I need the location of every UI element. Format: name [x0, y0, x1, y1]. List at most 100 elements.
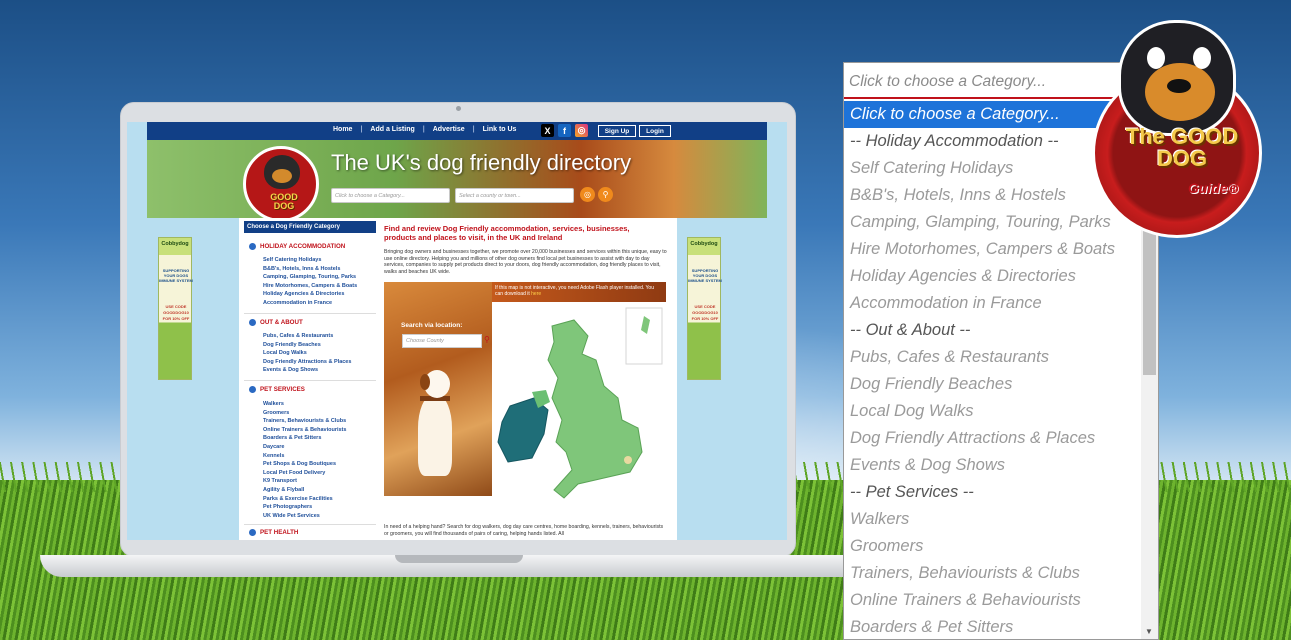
option-trainers[interactable]: Trainers, Behaviourists & Clubs: [844, 560, 1142, 587]
sidebar-item[interactable]: Holiday Agencies & Directories: [263, 290, 357, 299]
option-motorhomes[interactable]: Hire Motorhomes, Campers & Boats: [844, 236, 1142, 263]
option-events[interactable]: Events & Dog Shows: [844, 452, 1142, 479]
nav-home-link[interactable]: Home: [331, 126, 354, 133]
paw-icon: [249, 243, 256, 250]
option-boarders[interactable]: Boarders & Pet Sitters: [844, 614, 1142, 640]
laptop-notch: [395, 555, 523, 563]
sidebar-item[interactable]: Dog Friendly Attractions & Places: [263, 358, 351, 367]
county-input[interactable]: Choose County: [402, 334, 482, 348]
sidebar-item[interactable]: UK Wide Pet Services: [263, 512, 346, 521]
sidebar-item[interactable]: Pubs, Cafes & Restaurants: [263, 332, 351, 341]
pet-services-items: Walkers Groomers Trainers, Behaviourists…: [263, 400, 346, 520]
hero-title: The UK's dog friendly directory: [331, 150, 632, 175]
sidebar-item[interactable]: Parks & Exercise Facilities: [263, 495, 346, 504]
ad-code: USE CODE GOODDOG10 FOR 10% OFF: [162, 304, 190, 321]
sidebar-item[interactable]: Camping, Glamping, Touring, Parks: [263, 273, 357, 282]
sidebar-item[interactable]: Daycare: [263, 443, 346, 452]
sidebar-item[interactable]: Agility & Flyball: [263, 486, 346, 495]
sidebar-heading: Choose a Dog Friendly Category: [244, 221, 376, 233]
option-camping[interactable]: Camping, Glamping, Touring, Parks: [844, 209, 1142, 236]
option-walks[interactable]: Local Dog Walks: [844, 398, 1142, 425]
option-holiday-agencies[interactable]: Holiday Agencies & Directories: [844, 263, 1142, 290]
nav-add-listing-link[interactable]: Add a Listing: [368, 126, 416, 133]
location-icon[interactable]: ◎: [580, 187, 595, 202]
divider: [244, 380, 376, 381]
logo-words: The GOOD DOG: [1125, 124, 1239, 171]
section-pet-health[interactable]: PET HEALTH: [249, 529, 298, 536]
sidebar-item[interactable]: Self Catering Holidays: [263, 256, 357, 265]
sidebar-item[interactable]: Groomers: [263, 409, 346, 418]
divider: [244, 524, 376, 525]
ad-promo: SUPPORTING YOUR DOGS IMMUNE SYSTEM: [159, 268, 193, 283]
search-location-label: Search via location:: [401, 322, 463, 329]
ireland-region: [497, 397, 549, 463]
logo-guide-text: Guide®: [1188, 180, 1238, 196]
dog-face-icon: [1118, 20, 1236, 136]
search-icon[interactable]: ⚲: [484, 335, 490, 344]
instagram-icon[interactable]: ◎: [575, 124, 588, 137]
hero-banner: GOOD DOG The UK's dog friendly directory …: [147, 140, 767, 222]
option-pubs[interactable]: Pubs, Cafes & Restaurants: [844, 344, 1142, 371]
site-category-select[interactable]: Click to choose a Category...: [331, 188, 450, 203]
sidebar-item[interactable]: Pet Shops & Dog Boutiques: [263, 460, 346, 469]
flash-notice-text: If this map is not interactive, you need…: [495, 285, 654, 297]
sidebar-item[interactable]: K9 Transport: [263, 477, 346, 486]
sidebar-item[interactable]: Local Pet Food Delivery: [263, 469, 346, 478]
login-button[interactable]: Login: [639, 125, 671, 137]
facebook-icon[interactable]: f: [558, 124, 571, 137]
ad-banner-right[interactable]: Cobbydog SUPPORTING YOUR DOGS IMMUNE SYS…: [687, 237, 722, 380]
nav-links: Home | Add a Listing | Advertise | Link …: [331, 126, 518, 133]
sidebar-item[interactable]: Local Dog Walks: [263, 349, 351, 358]
option-beaches[interactable]: Dog Friendly Beaches: [844, 371, 1142, 398]
nav-separator: |: [422, 126, 425, 133]
content-outro: In need of a helping hand? Search for do…: [384, 524, 664, 537]
paw-icon: [249, 319, 256, 326]
ad-brand: Cobbydog: [161, 241, 189, 247]
site-nav-bar: Home | Add a Listing | Advertise | Link …: [147, 122, 767, 140]
nav-separator: |: [472, 126, 475, 133]
content-title: Find and review Dog Friendly accommodati…: [384, 224, 630, 242]
nav-link-to-us-link[interactable]: Link to Us: [481, 126, 519, 133]
site-county-select[interactable]: Select a county or town...: [455, 188, 574, 203]
option-groomers[interactable]: Groomers: [844, 533, 1142, 560]
ad-brand: Cobbydog: [690, 241, 718, 247]
sidebar-item[interactable]: Kennels: [263, 452, 346, 461]
option-walkers[interactable]: Walkers: [844, 506, 1142, 533]
main-content: Find and review Dog Friendly accommodati…: [384, 218, 677, 540]
sidebar-item[interactable]: Pet Photographers: [263, 503, 346, 512]
option-group-out-about[interactable]: -- Out & About --: [844, 317, 1142, 344]
scroll-down-icon[interactable]: ▼: [1145, 627, 1153, 636]
flash-download-link[interactable]: here: [531, 291, 541, 297]
nav-advertise-link[interactable]: Advertise: [431, 126, 467, 133]
content-intro: Bringing dog owners and businesses toget…: [384, 249, 667, 275]
search-icon[interactable]: ⚲: [598, 187, 613, 202]
section-out-about[interactable]: OUT & ABOUT: [249, 319, 303, 326]
sidebar-item[interactable]: Online Trainers & Behaviourists: [263, 426, 346, 435]
dog-photo-panel: Search via location: Choose County ⚲: [384, 282, 492, 496]
sidebar-item[interactable]: B&B's, Hotels, Inns & Hostels: [263, 265, 357, 274]
option-group-pet-services[interactable]: -- Pet Services --: [844, 479, 1142, 506]
holiday-items: Self Catering Holidays B&B's, Hotels, In…: [263, 256, 357, 308]
option-attractions[interactable]: Dog Friendly Attractions & Places: [844, 425, 1142, 452]
sidebar-item[interactable]: Dog Friendly Beaches: [263, 341, 351, 350]
signup-button[interactable]: Sign Up: [598, 125, 636, 137]
sidebar-item[interactable]: Hire Motorhomes, Campers & Boats: [263, 282, 357, 291]
paw-icon: [249, 386, 256, 393]
social-icons: X f ◎: [541, 124, 588, 137]
option-online-trainers[interactable]: Online Trainers & Behaviourists: [844, 587, 1142, 614]
paw-icon: [249, 529, 256, 536]
uk-ireland-map[interactable]: [492, 302, 666, 502]
divider: [244, 313, 376, 314]
sidebar-item[interactable]: Boarders & Pet Sitters: [263, 434, 346, 443]
ad-banner-left[interactable]: Cobbydog SUPPORTING YOUR DOGS IMMUNE SYS…: [158, 237, 193, 380]
site-logo[interactable]: GOOD DOG: [243, 146, 319, 222]
section-holiday-accommodation[interactable]: HOLIDAY ACCOMMODATION: [249, 243, 345, 250]
x-twitter-icon[interactable]: X: [541, 124, 554, 137]
sidebar-item[interactable]: Trainers, Behaviourists & Clubs: [263, 417, 346, 426]
option-france[interactable]: Accommodation in France: [844, 290, 1142, 317]
london-region: [624, 456, 632, 464]
sidebar-item[interactable]: Accommodation in France: [263, 299, 357, 308]
sidebar-item[interactable]: Events & Dog Shows: [263, 366, 351, 375]
sidebar-item[interactable]: Walkers: [263, 400, 346, 409]
section-pet-services[interactable]: PET SERVICES: [249, 386, 305, 393]
